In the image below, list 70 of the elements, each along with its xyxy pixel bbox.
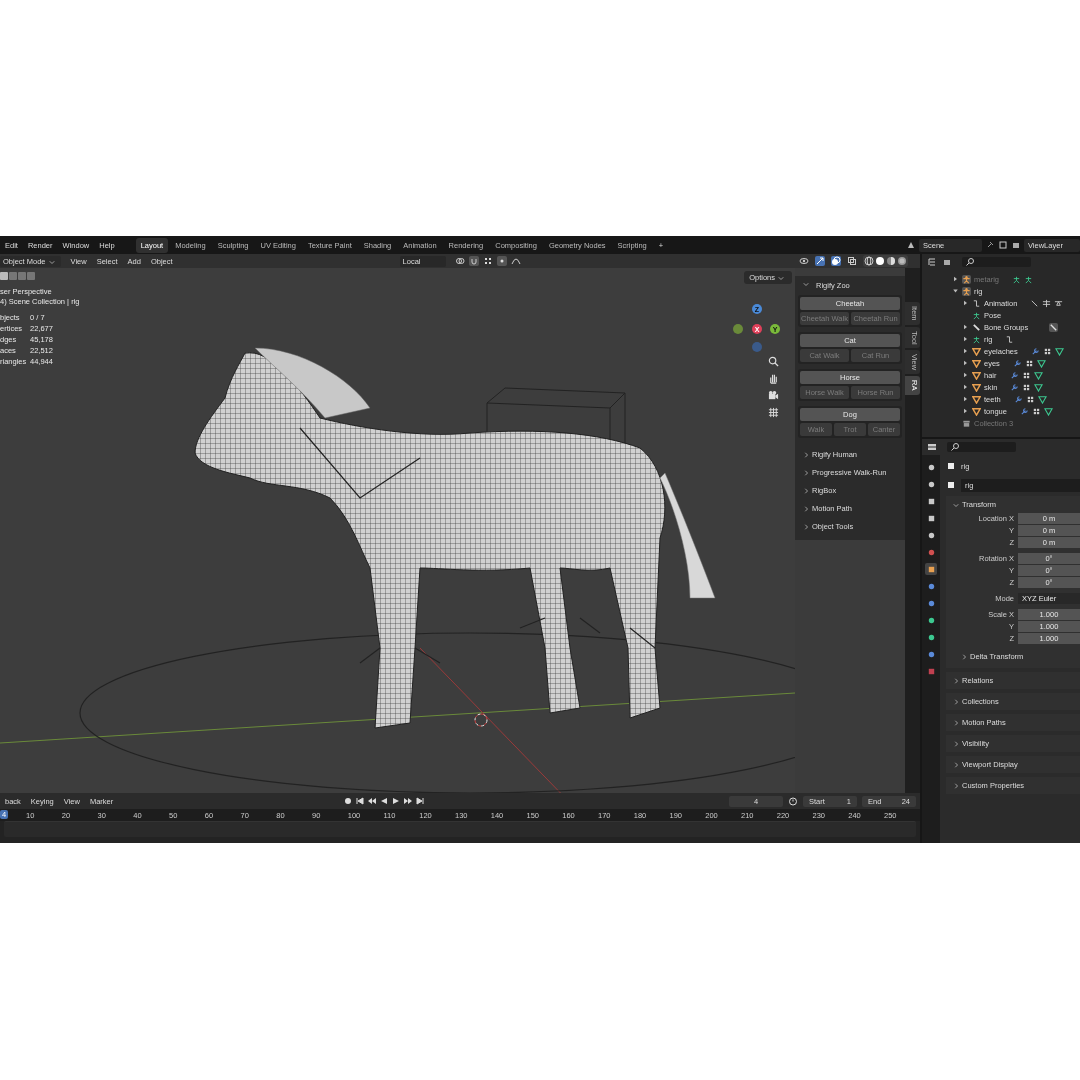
wrench-icon xyxy=(1012,358,1022,368)
bone-icon xyxy=(1049,322,1059,332)
wrench-icon xyxy=(1030,346,1040,356)
caret-icon xyxy=(778,275,784,281)
vertex-group-icon xyxy=(1025,394,1035,404)
jump-end-icon[interactable] xyxy=(415,796,426,806)
negative-y-axis-handle[interactable] xyxy=(733,324,743,334)
vertex-group-icon xyxy=(1031,406,1041,416)
link-icon[interactable] xyxy=(454,256,465,266)
magnet-icon[interactable] xyxy=(468,256,479,266)
zoom-icon[interactable] xyxy=(768,356,779,367)
vertex-group-icon xyxy=(1024,358,1034,368)
vertex-group-icon xyxy=(1022,382,1032,392)
falloff-curve-icon[interactable] xyxy=(510,256,521,266)
triangle-right-icon[interactable] xyxy=(962,300,969,306)
wrench-icon xyxy=(1010,382,1020,392)
3d-cursor-icon xyxy=(474,713,488,727)
search-icon xyxy=(950,442,960,452)
search-field[interactable] xyxy=(947,442,1016,452)
pose-icon xyxy=(1012,274,1021,284)
wrench-icon xyxy=(1019,406,1029,416)
hand-icon[interactable] xyxy=(768,373,779,384)
solid-sphere-icon[interactable] xyxy=(875,256,885,266)
jump-start-icon[interactable] xyxy=(355,796,366,806)
wrench-icon xyxy=(1009,370,1019,380)
camera-icon[interactable] xyxy=(768,390,779,401)
triangle-right-icon[interactable] xyxy=(962,324,969,330)
eye-icon[interactable] xyxy=(799,256,809,266)
overlay-icon[interactable] xyxy=(831,256,841,266)
record-icon[interactable] xyxy=(343,796,354,806)
pose-icon xyxy=(972,310,981,320)
pose-icon xyxy=(972,334,981,344)
copy-icon[interactable] xyxy=(998,240,1008,250)
grid-icon[interactable] xyxy=(768,407,779,418)
display-mode-icon[interactable] xyxy=(927,257,937,267)
negative-z-axis-handle[interactable] xyxy=(752,342,762,352)
play-reverse-icon[interactable] xyxy=(379,796,390,806)
properties-tab[interactable] xyxy=(925,563,937,575)
previous-keyframe-icon[interactable] xyxy=(367,796,378,806)
triangle-right-icon[interactable] xyxy=(962,408,969,414)
gizmo-icon[interactable] xyxy=(815,256,825,266)
pose-icon xyxy=(1024,274,1033,284)
triangle-right-icon[interactable] xyxy=(962,396,969,402)
armature-icon xyxy=(962,274,971,284)
triangle-down-icon[interactable] xyxy=(952,288,959,294)
editor-type-icon[interactable] xyxy=(927,442,937,452)
stopwatch-icon[interactable] xyxy=(788,796,798,806)
nla-icon xyxy=(1042,298,1052,308)
search-field[interactable] xyxy=(962,257,1031,267)
collection-icon xyxy=(962,418,971,428)
triangle-right-icon[interactable] xyxy=(952,276,959,282)
wrench-icon xyxy=(1013,394,1023,404)
triangle-right-icon[interactable] xyxy=(962,384,969,390)
caret-icon xyxy=(48,258,55,265)
search-icon xyxy=(965,257,975,267)
chevron-down-icon[interactable] xyxy=(803,281,809,287)
vertex-group-icon xyxy=(1042,346,1052,356)
xray-icon[interactable] xyxy=(847,256,857,266)
rendered-sphere-icon[interactable] xyxy=(897,256,907,266)
triangle-right-icon[interactable] xyxy=(962,336,969,342)
grid-icon[interactable] xyxy=(482,256,493,266)
triangle-right-icon[interactable] xyxy=(962,360,969,366)
vertex-group-icon xyxy=(1021,370,1031,380)
armature-icon xyxy=(962,286,971,296)
material-sphere-icon[interactable] xyxy=(886,256,896,266)
wireframe-sphere-icon[interactable] xyxy=(864,256,874,266)
next-keyframe-icon[interactable] xyxy=(403,796,414,806)
shading-mode-group[interactable] xyxy=(863,255,908,267)
triangle-right-icon[interactable] xyxy=(962,348,969,354)
triangle-right-icon[interactable] xyxy=(962,372,969,378)
